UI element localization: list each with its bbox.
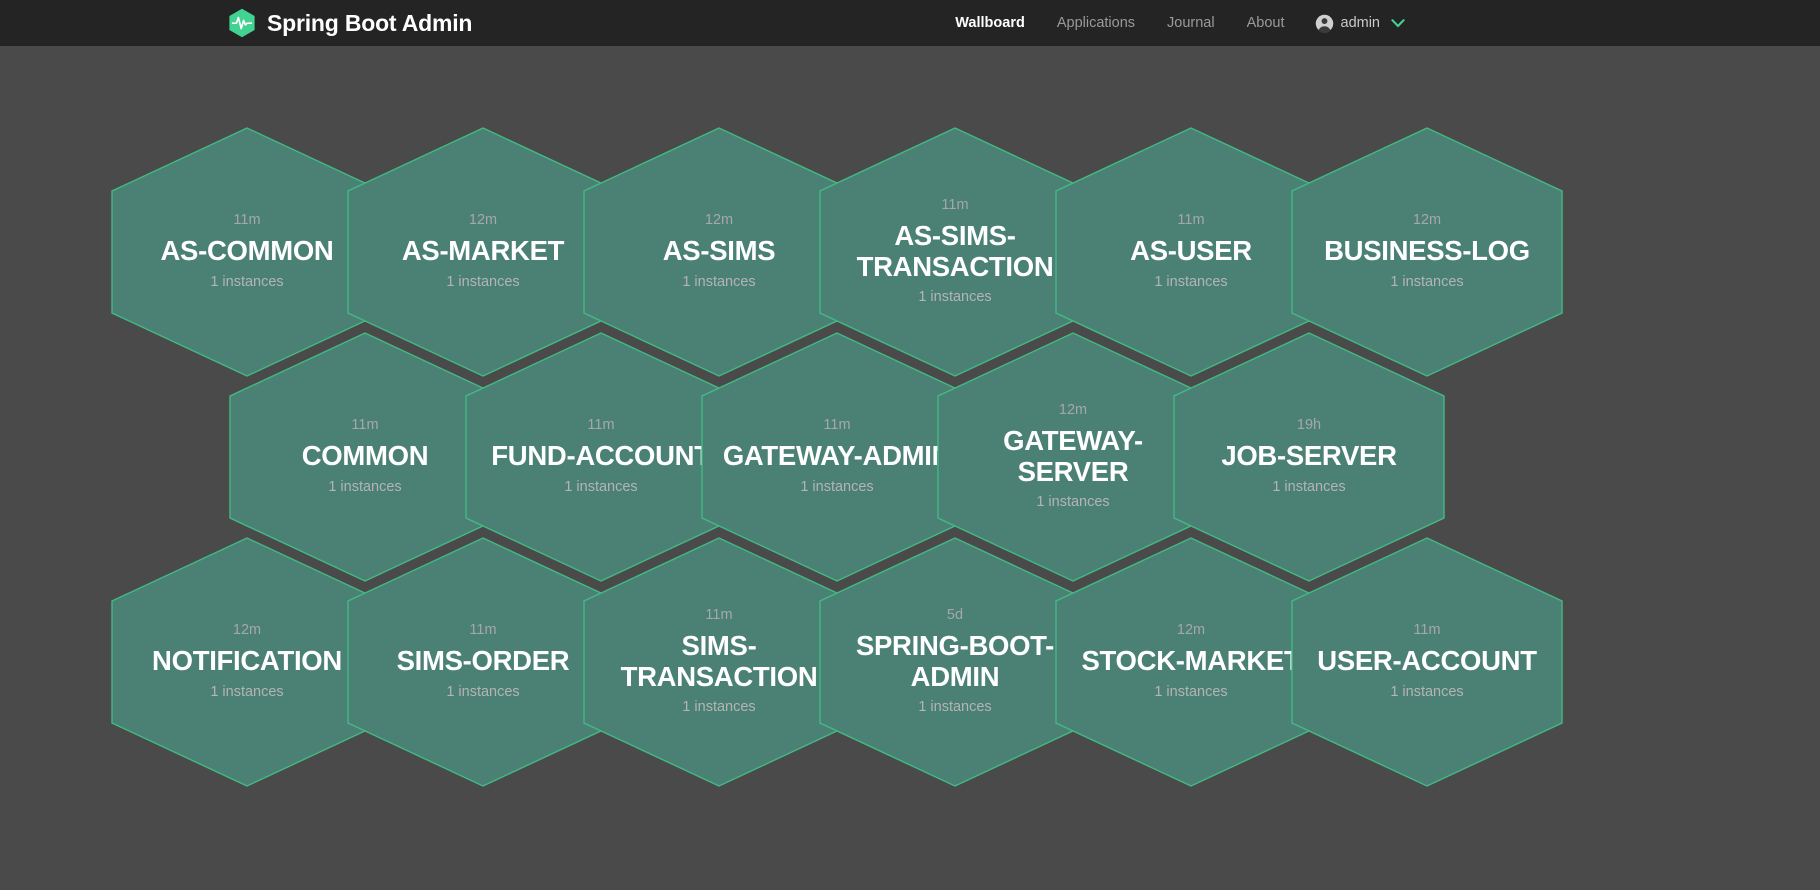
- navbar: Spring Boot Admin Wallboard Applications…: [0, 0, 1820, 46]
- application-hexagon[interactable]: 11m USER-ACCOUNT 1 instances: [1290, 536, 1564, 788]
- hexagon-shape: [111, 537, 383, 787]
- nav-link-about[interactable]: About: [1231, 0, 1301, 46]
- application-hexagon[interactable]: 5d SPRING-BOOT-ADMIN 1 instances: [818, 536, 1092, 788]
- nav-link-journal[interactable]: Journal: [1151, 0, 1231, 46]
- nav-link-wallboard[interactable]: Wallboard: [939, 0, 1041, 46]
- application-hexagon[interactable]: 11m SIMS-ORDER 1 instances: [346, 536, 620, 788]
- hexagon-shape: [819, 537, 1091, 787]
- hexagon-shape: [1291, 537, 1563, 787]
- application-hexagon[interactable]: 12m STOCK-MARKET 1 instances: [1054, 536, 1328, 788]
- brand-link[interactable]: Spring Boot Admin: [228, 8, 472, 38]
- wallboard: 11m AS-COMMON 1 instances 12m AS-MARKET 1 ins…: [0, 46, 1820, 890]
- nav-link-applications[interactable]: Applications: [1041, 0, 1151, 46]
- heartbeat-hexagon-logo-icon: [228, 8, 256, 38]
- hexagon-shape: [347, 537, 619, 787]
- brand-title: Spring Boot Admin: [267, 9, 473, 36]
- nav-links: Wallboard Applications Journal About adm…: [939, 0, 1405, 46]
- hexagon-shape: [583, 537, 855, 787]
- hexagon-shape: [1055, 537, 1327, 787]
- application-hexagon[interactable]: 12m NOTIFICATION 1 instances: [110, 536, 384, 788]
- user-name-label: admin: [1340, 15, 1381, 31]
- user-circle-icon: [1315, 14, 1334, 33]
- application-hexagon[interactable]: 11m SIMS-TRANSACTION 1 instances: [582, 536, 856, 788]
- hexagon-grid: 11m AS-COMMON 1 instances 12m AS-MARKET 1 ins…: [0, 46, 1820, 890]
- chevron-down-icon[interactable]: [1387, 18, 1405, 28]
- user-menu[interactable]: admin: [1301, 14, 1406, 33]
